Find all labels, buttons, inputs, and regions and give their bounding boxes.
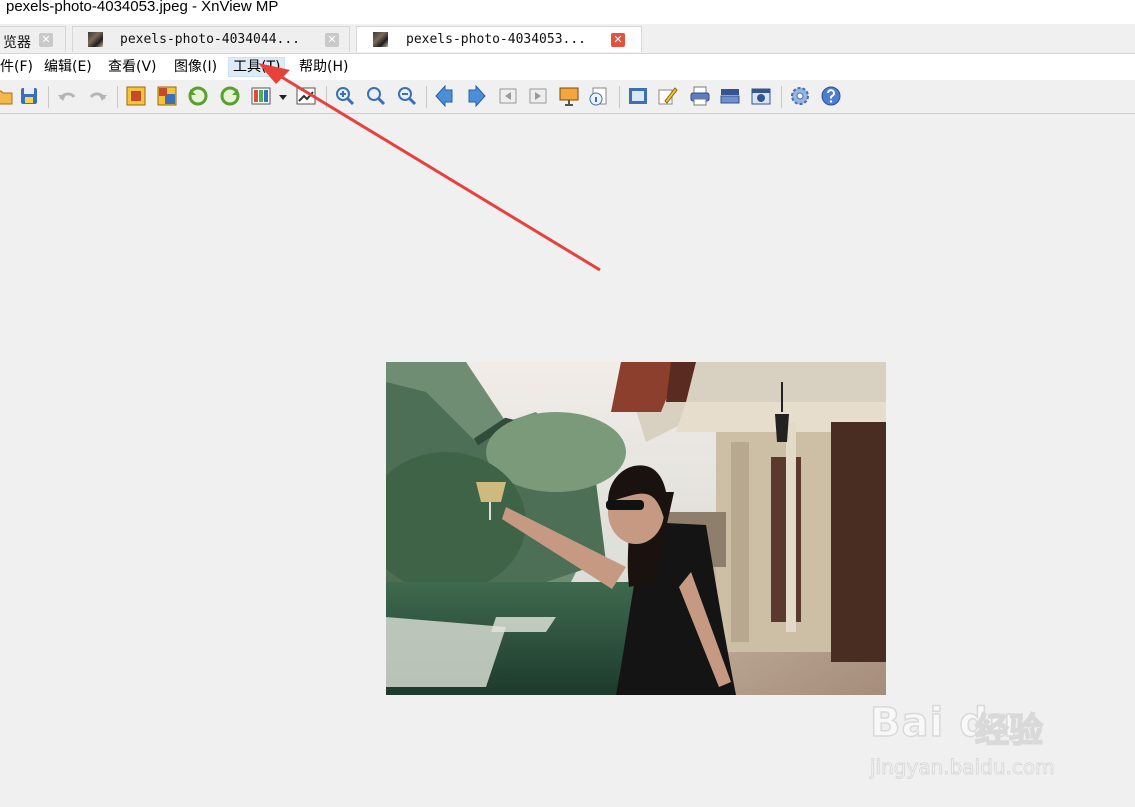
save-icon[interactable] [18,85,40,107]
undo-icon[interactable] [56,85,78,107]
edit-icon[interactable] [657,85,679,107]
menu-view[interactable]: 查看(V) [104,57,161,77]
toolbar-separator [619,86,620,108]
info-icon[interactable] [588,85,610,107]
photo-thumbnail-icon [373,32,388,47]
levels-icon[interactable] [295,85,317,107]
rotate-left-icon[interactable] [187,85,209,107]
menu-edit[interactable]: 编辑(E) [40,57,96,77]
toolbar-separator [48,86,49,108]
window-title: pexels-photo-4034053.jpeg - XnView MP [6,0,279,15]
watermark-url: jingyan.baidu.com [870,755,1056,780]
zoom-in-icon[interactable] [334,85,356,107]
toolbar-separator [426,86,427,108]
close-icon[interactable]: ✕ [325,33,339,47]
adjust-colors-icon[interactable] [250,85,272,107]
next-icon[interactable] [465,85,487,107]
toolbar [0,80,1135,114]
photo-thumbnail-icon [88,32,103,47]
slideshow-icon[interactable] [558,85,580,107]
dropdown-arrow-icon[interactable] [276,85,290,107]
displayed-photo [386,362,886,695]
tab-photo-4034053[interactable]: pexels-photo-4034053... ✕ [356,26,642,52]
watermark-brand: 经验 [974,710,1044,752]
settings-icon[interactable] [789,85,811,107]
zoom-1to1-icon[interactable] [365,85,387,107]
close-icon[interactable]: ✕ [611,33,625,47]
window-titlebar: pexels-photo-4034053.jpeg - XnView MP [0,0,1135,24]
tab-browser[interactable]: 览器 ✕ [0,26,66,52]
tab-label: pexels-photo-4034044... [120,32,301,47]
menu-help[interactable]: 帮助(H) [295,57,352,77]
fit-screen-icon[interactable] [627,85,649,107]
help-icon[interactable] [820,85,842,107]
rotate-right-icon[interactable] [219,85,241,107]
first-icon[interactable] [497,85,519,107]
tab-label: pexels-photo-4034053... [406,32,587,47]
close-icon[interactable]: ✕ [39,33,53,47]
crop-icon[interactable] [125,85,147,107]
baidu-jingyan-watermark: Bai du 经验 jingyan.baidu.com [869,685,1075,785]
menu-tools[interactable]: 工具(T) [228,57,286,77]
previous-icon[interactable] [434,85,456,107]
tab-label: 览器 [3,35,31,51]
capture-icon[interactable] [750,85,772,107]
menu-file[interactable]: 件(F) [0,57,37,77]
zoom-out-icon[interactable] [396,85,418,107]
resize-icon[interactable] [156,85,178,107]
last-icon[interactable] [527,85,549,107]
toolbar-separator [781,86,782,108]
toolbar-separator [326,86,327,108]
tab-photo-4034044[interactable]: pexels-photo-4034044... ✕ [72,26,350,52]
toolbar-separator [117,86,118,108]
redo-icon[interactable] [87,85,109,107]
scanner-icon[interactable] [719,85,741,107]
menu-bar: 件(F) 编辑(E) 查看(V) 图像(I) 工具(T) 帮助(H) [0,54,1135,80]
open-folder-icon[interactable] [0,85,14,107]
print-icon[interactable] [689,85,711,107]
menu-image[interactable]: 图像(I) [170,57,221,77]
tab-bar: 览器 ✕ pexels-photo-4034044... ✕ pexels-ph… [0,24,1135,54]
